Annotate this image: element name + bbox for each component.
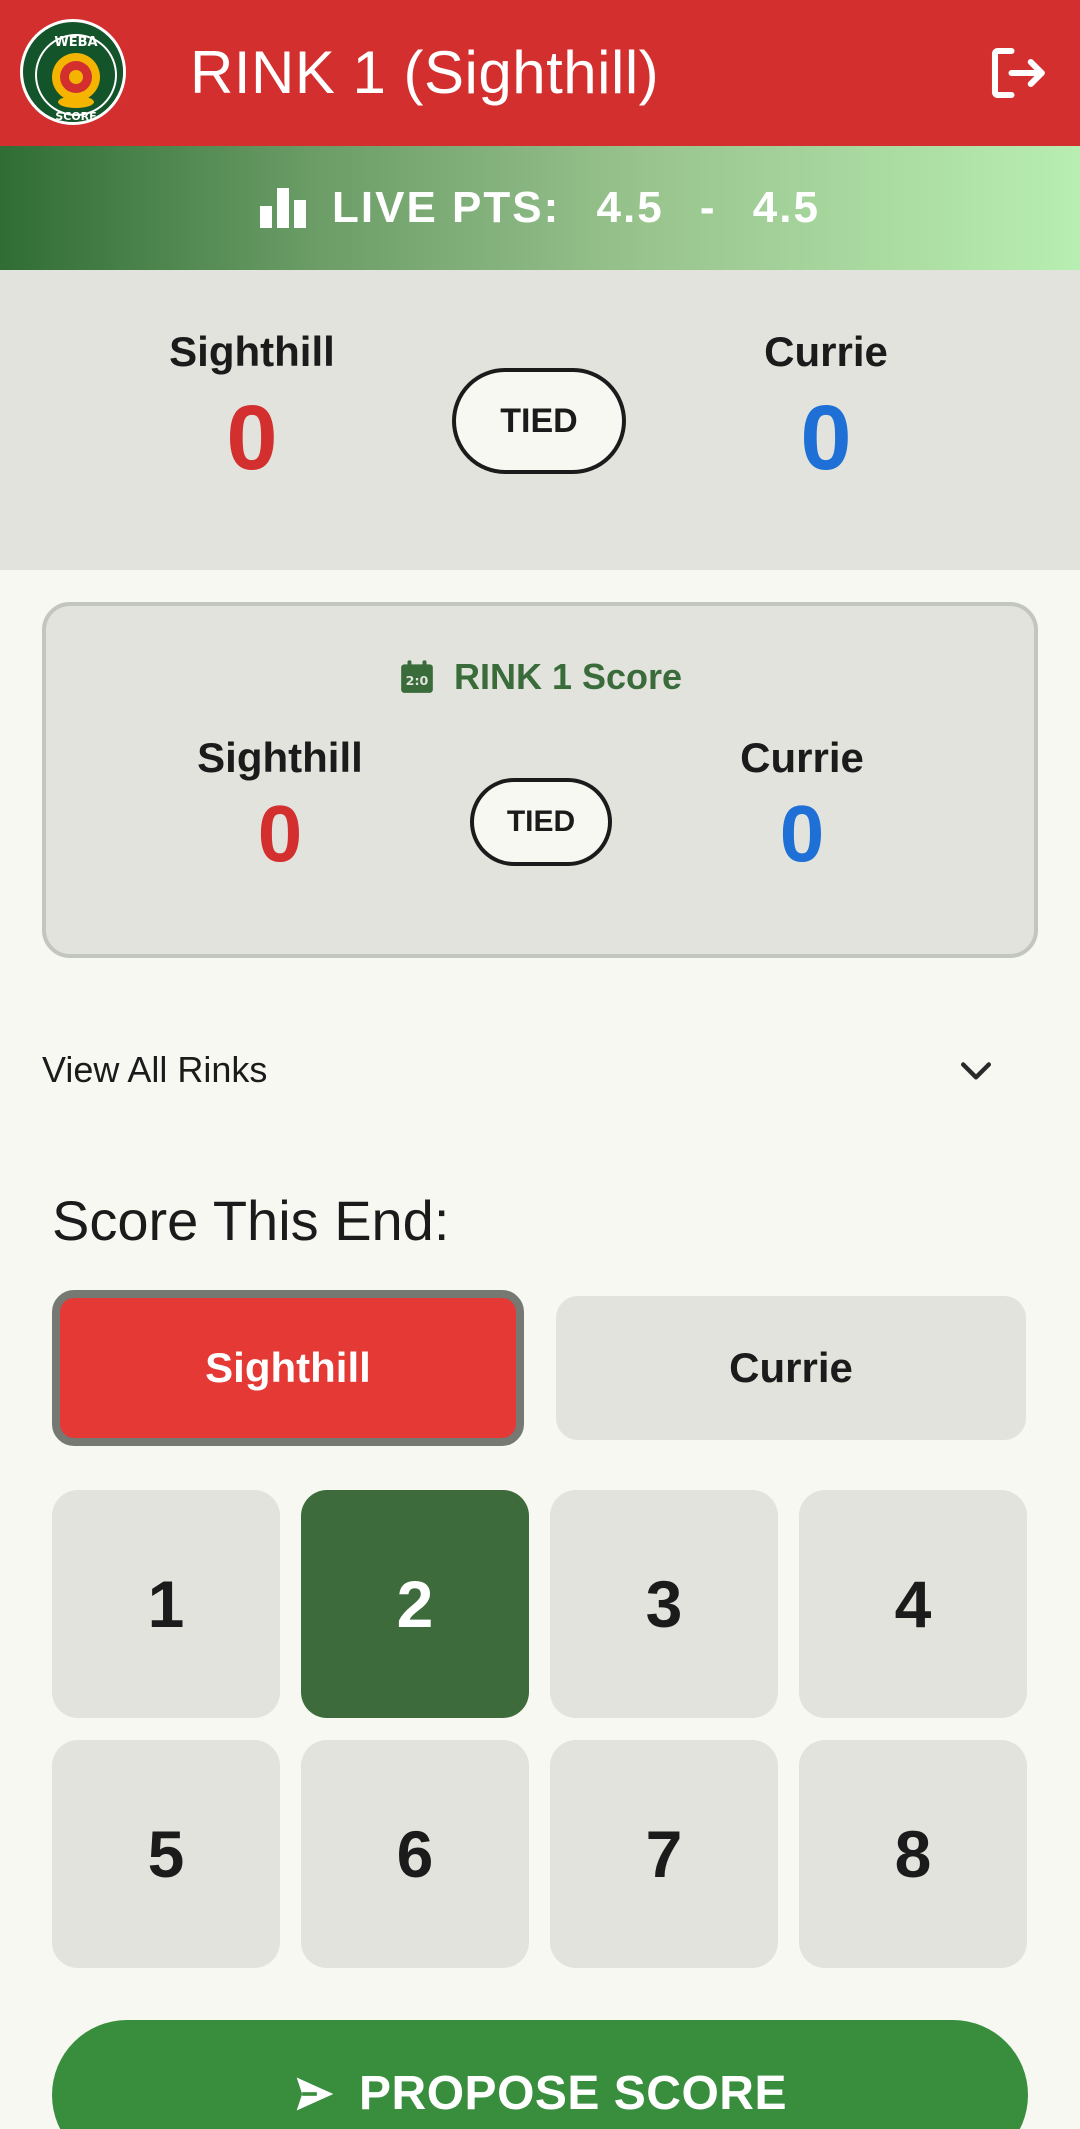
match-summary: Sighthill 0 TIED Currie 0 — [0, 270, 1080, 570]
bar-chart-icon — [260, 188, 307, 228]
chevron-down-icon — [960, 1062, 992, 1080]
summary-away-score: 0 — [800, 387, 852, 489]
scoreboard-icon: 2:0 — [401, 660, 433, 693]
summary-status-badge: TIED — [452, 368, 626, 474]
rink-status-badge: TIED — [470, 778, 612, 866]
svg-text:WEBA: WEBA — [54, 35, 97, 50]
rink-home: Sighthill 0 — [120, 734, 440, 880]
shots-button-4[interactable]: 4 — [799, 1490, 1027, 1718]
send-icon — [296, 2077, 334, 2111]
rink-card-header: 2:0 RINK 1 Score — [46, 656, 1034, 698]
rink-card-title: RINK 1 Score — [453, 656, 683, 697]
shots-button-6[interactable]: 6 — [301, 1740, 529, 1968]
live-points-separator: - — [699, 183, 717, 232]
live-away-points: 4.5 — [752, 183, 820, 232]
rink-away-name: Currie — [740, 734, 864, 781]
rink-score-card: 2:0 RINK 1 Score Sighthill 0 TIED Currie… — [42, 602, 1038, 958]
live-points-banner: LIVE PTS: 4.5 - 4.5 — [0, 146, 1080, 270]
live-home-points: 4.5 — [596, 183, 664, 232]
svg-text:SCORE: SCORE — [55, 110, 96, 123]
summary-home: Sighthill 0 — [92, 328, 412, 491]
rink-home-name: Sighthill — [197, 734, 363, 781]
shots-button-1[interactable]: 1 — [52, 1490, 280, 1718]
rink-away-score: 0 — [779, 789, 825, 878]
live-points-text: LIVE PTS: 4.5 - 4.5 — [332, 183, 820, 233]
live-points-label: LIVE PTS: — [332, 183, 561, 232]
summary-away: Currie 0 — [666, 328, 986, 491]
rink-away: Currie 0 — [642, 734, 962, 880]
propose-score-label: PROPOSE SCORE — [359, 2067, 787, 2120]
page-title: RINK 1 (Sighthill) — [190, 39, 660, 106]
view-all-rinks-label: View All Rinks — [42, 1049, 268, 1090]
svg-text:2:0: 2:0 — [406, 673, 429, 688]
summary-away-name: Currie — [764, 328, 888, 375]
app-bar: WEBA SCORE RINK 1 (Sighthill) — [0, 0, 1080, 146]
team-select-currie[interactable]: Currie — [556, 1296, 1026, 1440]
propose-score-button[interactable]: PROPOSE SCORE — [52, 2020, 1028, 2129]
shots-button-5[interactable]: 5 — [52, 1740, 280, 1968]
summary-home-name: Sighthill — [169, 328, 335, 375]
summary-home-score: 0 — [226, 387, 278, 489]
score-end-title: Score This End: — [52, 1189, 450, 1252]
shots-button-3[interactable]: 3 — [550, 1490, 778, 1718]
shots-button-7[interactable]: 7 — [550, 1740, 778, 1968]
logout-icon[interactable] — [984, 40, 1050, 106]
rink-home-score: 0 — [257, 789, 303, 878]
view-all-rinks-toggle[interactable]: View All Rinks — [42, 1040, 1012, 1100]
bowls-logo-icon: WEBA SCORE — [20, 19, 126, 125]
shots-button-8[interactable]: 8 — [799, 1740, 1027, 1968]
team-select-sighthill[interactable]: Sighthill — [52, 1290, 524, 1446]
shots-button-2[interactable]: 2 — [301, 1490, 529, 1718]
